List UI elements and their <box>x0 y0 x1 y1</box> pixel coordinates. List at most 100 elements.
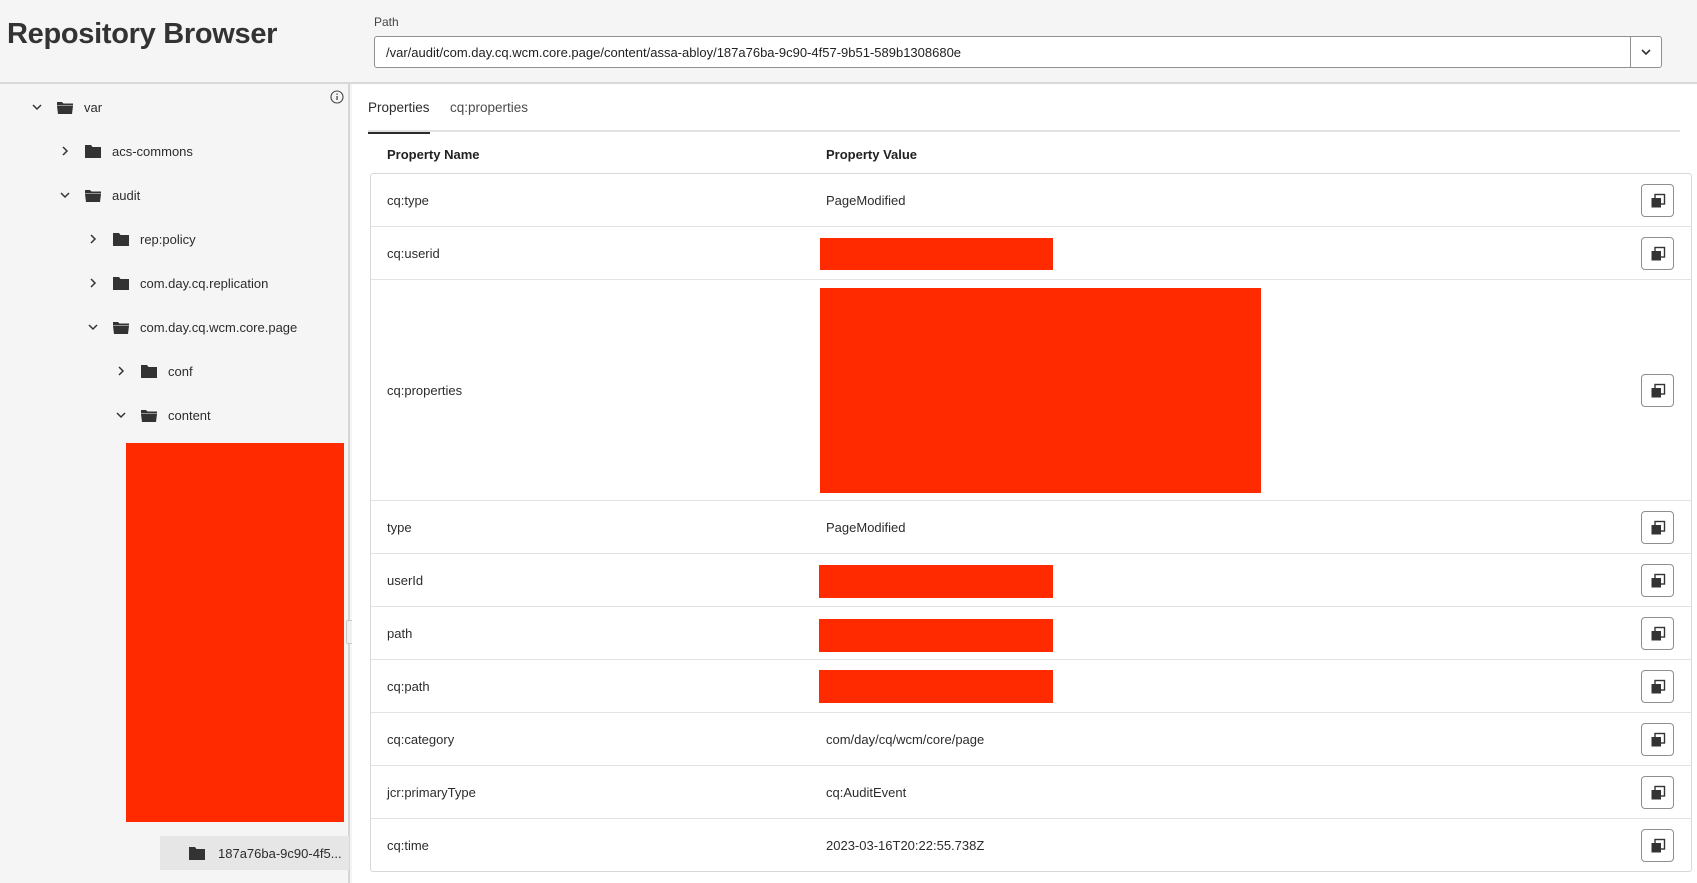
copy-icon <box>1651 679 1665 693</box>
tree-node-acs-commons[interactable]: acs-commons <box>58 136 193 166</box>
tree-node-label: var <box>84 99 103 115</box>
redacted-value <box>819 619 1053 652</box>
property-value: PageModified <box>826 193 906 208</box>
folder-open-icon <box>84 188 102 203</box>
path-dropdown-button[interactable] <box>1630 37 1661 67</box>
repository-tree: var acs-commons audit rep:policy com.day… <box>0 84 354 883</box>
table-row: cq:properties <box>371 280 1691 501</box>
copy-icon <box>1651 520 1665 534</box>
tree-node-audit[interactable]: audit <box>58 180 140 210</box>
copy-button[interactable] <box>1641 374 1674 407</box>
copy-icon <box>1651 193 1665 207</box>
copy-icon <box>1651 732 1665 746</box>
chevron-down-icon <box>1641 49 1651 56</box>
table-row: cq:path <box>371 660 1691 713</box>
property-name: jcr:primaryType <box>387 785 476 800</box>
tree-node-wcm-core-page[interactable]: com.day.cq.wcm.core.page <box>86 312 297 342</box>
tree-node-label: content <box>168 407 211 423</box>
folder-icon <box>112 232 130 247</box>
table-row: cq:userid <box>371 227 1691 280</box>
table-row: cq:time 2023-03-16T20:22:55.738Z <box>371 819 1691 872</box>
tab-cq-properties[interactable]: cq:properties <box>450 100 528 132</box>
redacted-value <box>819 670 1053 703</box>
folder-open-icon <box>112 320 130 335</box>
tree-node-label: conf <box>168 363 193 379</box>
chevron-right-icon[interactable] <box>86 232 100 246</box>
copy-button[interactable] <box>1641 670 1674 703</box>
copy-icon <box>1651 626 1665 640</box>
tree-node-selected[interactable]: 187a76ba-9c90-4f5... <box>160 836 349 870</box>
path-label: Path <box>374 15 399 29</box>
folder-icon <box>84 144 102 159</box>
property-value: cq:AuditEvent <box>826 785 907 800</box>
copy-button[interactable] <box>1641 564 1674 597</box>
column-header-name: Property Name <box>387 147 480 162</box>
copy-button[interactable] <box>1641 237 1674 270</box>
properties-panel: Properties cq:properties Property Name P… <box>352 84 1697 883</box>
copy-icon <box>1651 838 1665 852</box>
property-name: userId <box>387 573 424 588</box>
table-row: userId <box>371 554 1691 607</box>
tab-properties[interactable]: Properties <box>368 100 430 134</box>
copy-icon <box>1651 785 1665 799</box>
redacted-value <box>820 238 1053 270</box>
tree-node-label: rep:policy <box>140 231 196 247</box>
chevron-right-icon[interactable] <box>114 364 128 378</box>
chevron-down-icon[interactable] <box>30 100 44 114</box>
copy-button[interactable] <box>1641 723 1674 756</box>
table-row: cq:category com/day/cq/wcm/core/page <box>371 713 1691 766</box>
property-value: com/day/cq/wcm/core/page <box>826 732 985 747</box>
info-icon[interactable] <box>330 90 344 104</box>
app-header: Repository Browser Path <box>0 0 1697 84</box>
property-name: cq:path <box>387 679 430 694</box>
table-row: type PageModified <box>371 501 1691 554</box>
property-name: cq:time <box>387 838 429 853</box>
column-header-value: Property Value <box>826 147 918 162</box>
copy-icon <box>1651 383 1665 397</box>
property-name: cq:type <box>387 193 429 208</box>
path-input[interactable] <box>375 37 1630 67</box>
chevron-right-icon[interactable] <box>86 276 100 290</box>
copy-button[interactable] <box>1641 617 1674 650</box>
tree-node-var[interactable]: var <box>30 92 102 122</box>
table-row: path <box>371 607 1691 660</box>
copy-button[interactable] <box>1641 829 1674 862</box>
chevron-down-icon[interactable] <box>86 320 100 334</box>
properties-table: cq:type PageModified cq:userid cq:proper… <box>370 173 1692 872</box>
folder-icon <box>188 846 206 861</box>
app-title: Repository Browser <box>7 18 278 50</box>
table-row: jcr:primaryType cq:AuditEvent <box>371 766 1691 819</box>
tree-node-label: com.day.cq.wcm.core.page <box>140 319 298 335</box>
copy-icon <box>1651 573 1665 587</box>
path-combobox <box>374 36 1662 68</box>
folder-icon <box>140 364 158 379</box>
property-name: path <box>387 626 413 641</box>
copy-button[interactable] <box>1641 776 1674 809</box>
property-name: type <box>387 520 412 535</box>
redacted-tree-region <box>126 443 344 822</box>
folder-open-icon <box>56 100 74 115</box>
tree-node-content[interactable]: content <box>114 400 211 430</box>
tree-node-conf[interactable]: conf <box>114 356 193 386</box>
tree-node-label: audit <box>112 187 141 203</box>
property-name: cq:properties <box>387 383 463 398</box>
folder-icon <box>112 276 130 291</box>
tab-bar: Properties cq:properties <box>368 84 1680 134</box>
tree-node-rep-policy[interactable]: rep:policy <box>86 224 196 254</box>
property-value: 2023-03-16T20:22:55.738Z <box>826 838 985 853</box>
tree-node-label: com.day.cq.replication <box>140 275 269 291</box>
chevron-down-icon[interactable] <box>58 188 72 202</box>
tree-node-replication[interactable]: com.day.cq.replication <box>86 268 268 298</box>
table-row: cq:type PageModified <box>371 174 1691 227</box>
property-value: PageModified <box>826 520 906 535</box>
copy-button[interactable] <box>1641 511 1674 544</box>
tree-node-label: 187a76ba-9c90-4f5... <box>218 845 342 861</box>
chevron-right-icon[interactable] <box>58 144 72 158</box>
copy-icon <box>1651 246 1665 260</box>
property-name: cq:category <box>387 732 455 747</box>
copy-button[interactable] <box>1641 184 1674 217</box>
chevron-down-icon[interactable] <box>114 408 128 422</box>
folder-open-icon <box>140 408 158 423</box>
property-name: cq:userid <box>387 246 440 261</box>
redacted-value <box>819 565 1053 598</box>
